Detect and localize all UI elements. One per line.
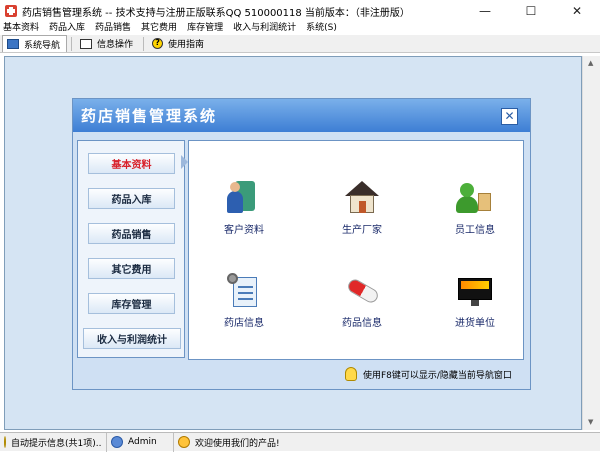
content-panel: 客户资料 生产厂家 员工信息 药店信息 药品信息 进货单位 [188,140,524,360]
toolbar: 系统导航 信息操作 ? 使用指南 [0,35,600,53]
item-staff[interactable]: 员工信息 [435,179,515,236]
category-inventory[interactable]: 库存管理 [88,293,175,314]
client-icon [225,179,263,217]
tab-label: 使用指南 [168,40,205,50]
menu-bar: 基本资料 药品入库 药品销售 其它费用 库存管理 收入与利润统计 系统(S) [0,22,600,35]
item-label: 药店信息 [224,318,264,329]
tab-label: 系统导航 [24,40,61,51]
item-label: 客户资料 [224,225,264,236]
tab-label: 信息操作 [97,40,134,50]
status-welcome: 欢迎使用我们的产品! [174,433,286,452]
category-basic-data[interactable]: 基本资料 [88,153,175,174]
menu-other-expenses[interactable]: 其它费用 [136,22,182,35]
supplier-screen-icon [456,272,494,310]
status-user-text: Admin [128,437,157,447]
maximize-button[interactable]: ☐ [508,0,554,22]
scroll-up-icon[interactable]: ▲ [588,59,593,67]
smiley-icon [178,436,190,448]
item-label: 药品信息 [342,318,382,329]
menu-inventory[interactable]: 库存管理 [182,22,228,35]
status-user: Admin [107,432,174,452]
status-tips-text: 自动提示信息(共1项).. [11,438,102,449]
menu-basic-data[interactable]: 基本资料 [0,22,44,35]
status-tips[interactable]: 自动提示信息(共1项).. [0,432,107,452]
item-drug-info[interactable]: 药品信息 [322,272,402,329]
menu-drug-stock-in[interactable]: 药品入库 [44,22,90,35]
category-drug-sales[interactable]: 药品销售 [88,223,175,244]
nav-title: 药店销售管理系统 [81,107,218,125]
pill-icon [343,272,381,310]
hint-text: 使用F8键可以显示/隐藏当前导航窗口 [363,370,512,381]
title-bar: 药店销售管理系统 -- 技术支持与注册正版联系QQ 510000118 当前版本… [0,0,600,22]
active-pointer-icon [181,155,188,169]
status-bar: 自动提示信息(共1项).. Admin 欢迎使用我们的产品! [0,432,600,452]
lightbulb-icon [345,367,357,381]
close-button[interactable]: ✕ [554,0,600,22]
category-panel: 基本资料 药品入库 药品销售 其它费用 库存管理 收入与利润统计 [77,140,188,358]
nav-close-button[interactable]: ✕ [501,108,518,125]
menu-drug-sales[interactable]: 药品销售 [90,22,136,35]
staff-icon [456,179,494,217]
nav-hint: 使用F8键可以显示/隐藏当前导航窗口 [345,367,512,381]
store-doc-icon [225,272,263,310]
item-label: 员工信息 [455,225,495,236]
item-manufacturer[interactable]: 生产厂家 [322,179,402,236]
app-cross-icon [5,5,17,17]
lightbulb-icon [4,436,6,448]
tab-info-ops[interactable]: 信息操作 [76,35,139,52]
item-store-info[interactable]: 药店信息 [204,272,284,329]
tab-user-guide[interactable]: ? 使用指南 [148,35,210,52]
item-label: 生产厂家 [342,225,382,236]
checkbox-icon [80,38,93,49]
user-icon [111,436,123,448]
factory-house-icon [343,179,381,217]
minimize-button[interactable]: — [462,0,508,22]
scroll-down-icon[interactable]: ▼ [588,418,593,426]
item-label: 进货单位 [455,318,495,329]
category-income-profit[interactable]: 收入与利润统计 [83,328,181,349]
tab-system-nav[interactable]: 系统导航 [2,35,68,52]
category-other-expenses[interactable]: 其它费用 [88,258,175,279]
tab-separator [71,37,73,51]
tab-separator [143,37,145,51]
monitor-icon [7,39,19,49]
item-client[interactable]: 客户资料 [204,179,284,236]
menu-system[interactable]: 系统(S) [301,22,342,35]
status-welcome-text: 欢迎使用我们的产品! [195,438,280,449]
menu-income-profit[interactable]: 收入与利润统计 [228,22,301,35]
navigation-window: 药店销售管理系统 ✕ 基本资料 药品入库 药品销售 其它费用 库存管理 收入与利… [72,98,531,390]
help-icon: ? [152,38,164,49]
item-supplier[interactable]: 进货单位 [435,272,515,329]
category-drug-stock-in[interactable]: 药品入库 [88,188,175,209]
vertical-scrollbar[interactable]: ▲ ▼ [582,56,600,430]
window-title: 药店销售管理系统 -- 技术支持与注册正版联系QQ 510000118 当前版本… [22,7,410,19]
nav-header: 药店销售管理系统 ✕ [73,99,530,132]
